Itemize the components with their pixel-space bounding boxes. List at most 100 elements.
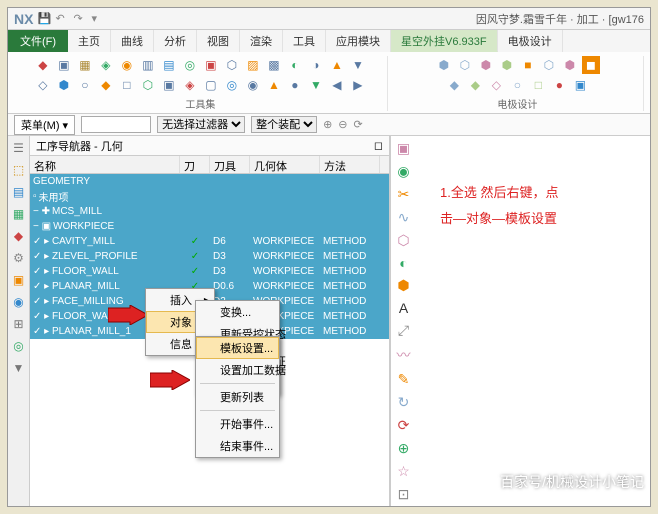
ribbon-icon[interactable]: ◐: [286, 56, 304, 74]
toolbar-icon[interactable]: ⟳: [354, 118, 363, 131]
ribbon-icon[interactable]: ▶: [349, 76, 367, 94]
view-icon[interactable]: ✎: [394, 371, 414, 388]
tab-analysis[interactable]: 分析: [154, 30, 197, 52]
ribbon-icon[interactable]: ⬢: [477, 56, 495, 74]
ribbon-icon[interactable]: ⬢: [561, 56, 579, 74]
tree-node[interactable]: − ✚ MCS_MILL: [30, 204, 389, 219]
tab-home[interactable]: 主页: [68, 30, 111, 52]
col-tool[interactable]: 刀具: [210, 156, 250, 173]
view-icon[interactable]: ⊡: [394, 486, 414, 503]
ctx-start[interactable]: 开始事件...: [196, 413, 279, 435]
ribbon-icon[interactable]: ⬢: [55, 76, 73, 94]
ribbon-icon[interactable]: ■: [519, 56, 537, 74]
view-icon[interactable]: ◉: [394, 163, 414, 180]
ribbon-icon[interactable]: ▲: [328, 56, 346, 74]
ribbon-icon[interactable]: ○: [508, 76, 526, 94]
ribbon-icon[interactable]: ◆: [34, 56, 52, 74]
undo-icon[interactable]: ↶: [55, 12, 69, 26]
ribbon-icon[interactable]: ▣: [202, 56, 220, 74]
tab-tools[interactable]: 工具: [283, 30, 326, 52]
ribbon-icon[interactable]: ◆: [97, 76, 115, 94]
ribbon-icon[interactable]: ⬢: [435, 56, 453, 74]
tab-electrode[interactable]: 电极设计: [498, 30, 563, 52]
col-method[interactable]: 方法: [320, 156, 380, 173]
view-icon[interactable]: ✂: [394, 186, 414, 203]
ribbon-icon[interactable]: ◆: [466, 76, 484, 94]
ribbon-icon[interactable]: ⬡: [456, 56, 474, 74]
ribbon-icon[interactable]: ●: [286, 76, 304, 94]
nav-icon[interactable]: ◎: [11, 338, 27, 354]
tab-view[interactable]: 视图: [197, 30, 240, 52]
tab-curve[interactable]: 曲线: [111, 30, 154, 52]
ribbon-icon[interactable]: ▤: [160, 56, 178, 74]
ribbon-icon[interactable]: ▣: [55, 56, 73, 74]
col-name[interactable]: 名称: [30, 156, 180, 173]
nav-icon[interactable]: ☰: [11, 140, 27, 156]
ribbon-icon[interactable]: ⬢: [498, 56, 516, 74]
toolbar-icon[interactable]: ⊕: [323, 118, 332, 131]
ribbon-icon[interactable]: ◀: [328, 76, 346, 94]
view-icon[interactable]: A: [394, 300, 414, 316]
view-icon[interactable]: ▣: [394, 140, 414, 157]
tree-operation[interactable]: ✓ ▸ FLOOR_WALL✓D3WORKPIECEMETHOD: [30, 264, 389, 279]
tree-operation[interactable]: ✓ ▸ CAVITY_MILL✓D6WORKPIECEMETHOD: [30, 234, 389, 249]
view-icon[interactable]: ⬢: [394, 277, 414, 294]
tree-node[interactable]: − ▣ WORKPIECE: [30, 219, 389, 234]
ribbon-icon[interactable]: ◉: [244, 76, 262, 94]
ribbon-icon[interactable]: ◼: [582, 56, 600, 74]
ribbon-icon[interactable]: ◇: [487, 76, 505, 94]
tab-render[interactable]: 渲染: [240, 30, 283, 52]
context-menu-3[interactable]: 模板设置... 设置加工数据 更新列表 开始事件... 结束事件...: [195, 336, 280, 458]
ribbon-icon[interactable]: ◑: [307, 56, 325, 74]
ribbon-icon[interactable]: ▨: [244, 56, 262, 74]
view-icon[interactable]: ↻: [394, 394, 414, 411]
tree-node[interactable]: ▫ 未用项: [30, 189, 389, 204]
nav-icon[interactable]: ◉: [11, 294, 27, 310]
nav-icon[interactable]: ⊞: [11, 316, 27, 332]
view-icon[interactable]: ⊕: [394, 440, 414, 457]
ribbon-icon[interactable]: ◇: [34, 76, 52, 94]
ctx-template[interactable]: 模板设置...: [196, 337, 279, 359]
tab-app[interactable]: 应用模块: [326, 30, 391, 52]
col-geom[interactable]: 几何体: [250, 156, 320, 173]
ribbon-icon[interactable]: ◎: [223, 76, 241, 94]
view-icon[interactable]: ☆: [394, 463, 414, 480]
view-icon[interactable]: ⟳: [394, 417, 414, 434]
ribbon-icon[interactable]: ◉: [118, 56, 136, 74]
ctx-relist[interactable]: 更新列表: [196, 386, 279, 408]
ctx-machdata[interactable]: 设置加工数据: [196, 359, 279, 381]
ribbon-icon[interactable]: □: [529, 76, 547, 94]
pin-icon[interactable]: ◻: [374, 139, 383, 152]
tab-plugin[interactable]: 星空外挂V6.933F: [391, 30, 498, 52]
tree-operation[interactable]: ✓ ▸ ZLEVEL_PROFILE✓D3WORKPIECEMETHOD: [30, 249, 389, 264]
nav-icon[interactable]: ▦: [11, 206, 27, 222]
view-icon[interactable]: 〰: [394, 345, 414, 365]
col-track[interactable]: 刀轨: [180, 156, 210, 173]
ribbon-icon[interactable]: ◆: [445, 76, 463, 94]
ribbon-icon[interactable]: ⬡: [540, 56, 558, 74]
ctx-transform[interactable]: 变换...: [196, 301, 279, 323]
ribbon-icon[interactable]: ▣: [571, 76, 589, 94]
view-icon[interactable]: ⤢: [394, 322, 414, 339]
ribbon-icon[interactable]: ▼: [349, 56, 367, 74]
ctx-end[interactable]: 结束事件...: [196, 435, 279, 457]
toolbar-icon[interactable]: ⊖: [338, 118, 347, 131]
ribbon-icon[interactable]: □: [118, 76, 136, 94]
ribbon-icon[interactable]: ▣: [160, 76, 178, 94]
view-icon[interactable]: ∿: [394, 209, 414, 226]
more-icon[interactable]: ▾: [91, 12, 105, 26]
save-icon[interactable]: 💾: [37, 12, 51, 26]
ribbon-icon[interactable]: ▢: [202, 76, 220, 94]
nav-icon[interactable]: ▣: [11, 272, 27, 288]
scope-select[interactable]: 整个装配: [251, 116, 317, 133]
ribbon-icon[interactable]: ◈: [181, 76, 199, 94]
menu-dropdown[interactable]: 菜单(M) ▾: [14, 115, 75, 135]
tree-root[interactable]: GEOMETRY: [30, 174, 389, 189]
ribbon-icon[interactable]: ○: [76, 76, 94, 94]
nav-icon[interactable]: ⬚: [11, 162, 27, 178]
ribbon-icon[interactable]: ▦: [76, 56, 94, 74]
filter-select[interactable]: 无选择过滤器: [157, 116, 245, 133]
nav-icon[interactable]: ◆: [11, 228, 27, 244]
file-menu[interactable]: 文件(F): [8, 30, 68, 52]
view-icon[interactable]: ⬡: [394, 232, 414, 249]
